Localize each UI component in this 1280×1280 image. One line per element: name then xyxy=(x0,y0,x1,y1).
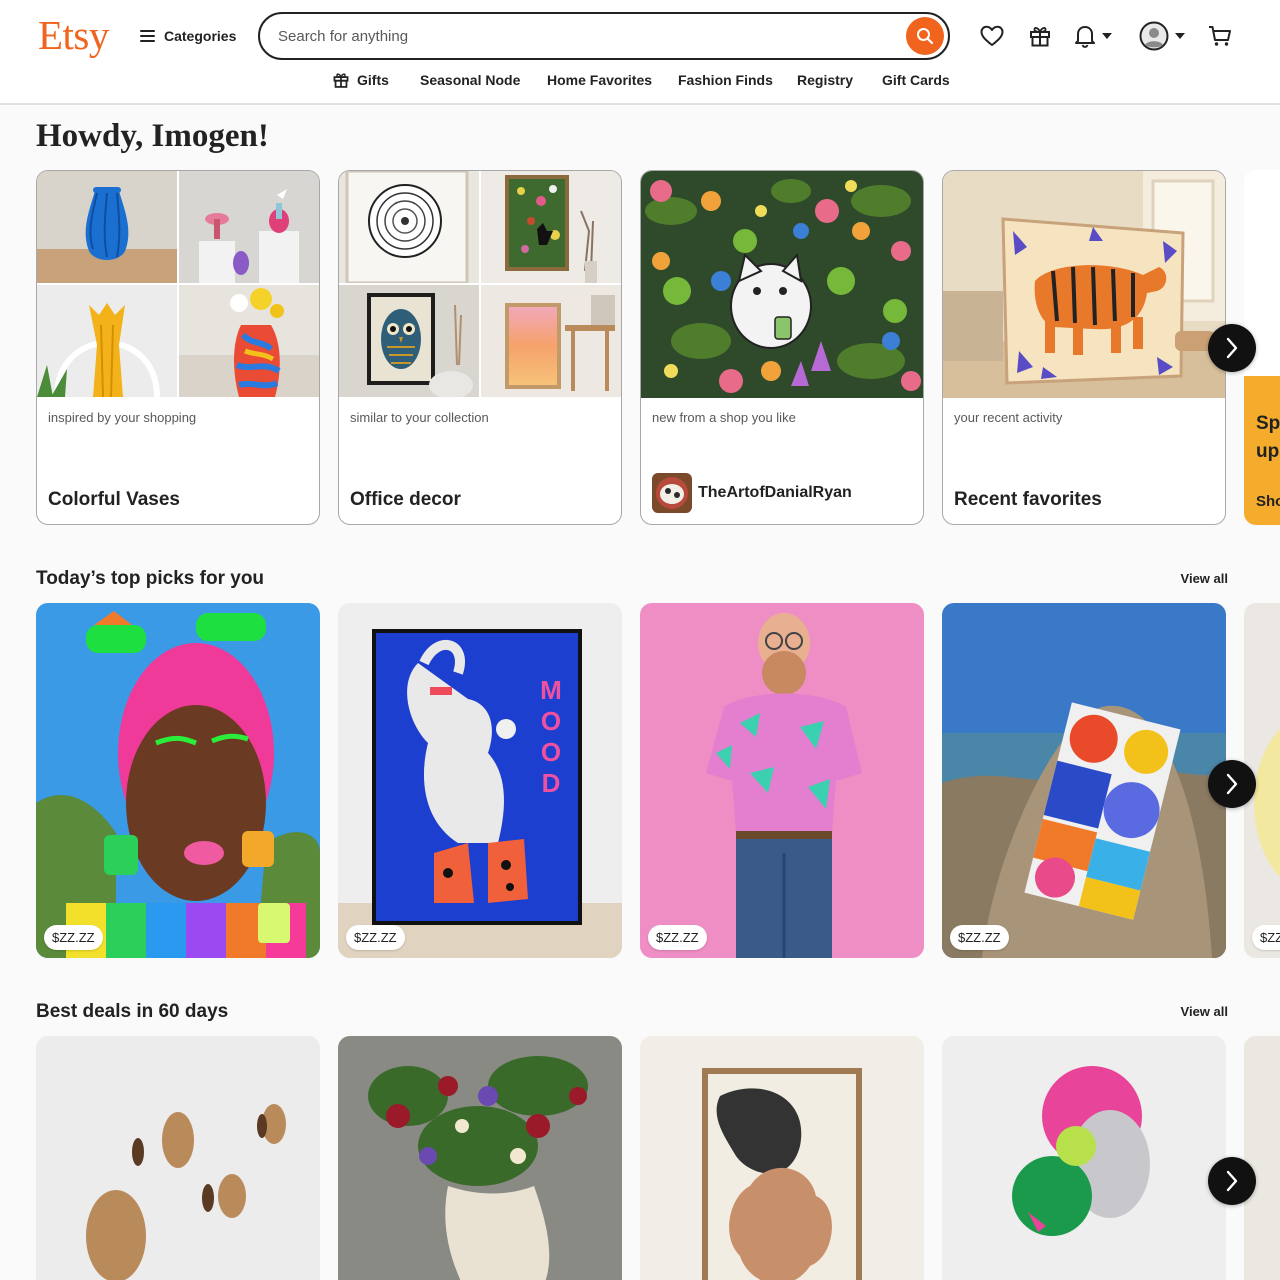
listing-tile[interactable]: $ZZ.ZZ xyxy=(36,603,320,958)
office-collage xyxy=(339,171,621,398)
promo-headline: Sp up xyxy=(1256,413,1280,462)
card-title: Recent favorites xyxy=(954,489,1102,510)
notifications-button[interactable] xyxy=(1074,22,1120,50)
card-subtitle: inspired by your shopping xyxy=(48,410,197,425)
cart-icon xyxy=(1209,26,1231,46)
listing-tile[interactable]: $ZZ.ZZ xyxy=(640,603,924,958)
cart-button[interactable] xyxy=(1206,22,1234,50)
chevron-right-icon xyxy=(1226,773,1238,795)
search-button[interactable] xyxy=(906,17,944,55)
vases-collage xyxy=(37,171,319,398)
listing-image xyxy=(942,1036,1226,1280)
card-subtitle: your recent activity xyxy=(954,410,1063,425)
poster-text: MOOD xyxy=(540,675,562,798)
avatar-icon xyxy=(1139,21,1169,51)
favorites-button[interactable] xyxy=(978,22,1006,50)
carousel-next-button[interactable] xyxy=(1208,324,1256,372)
listing-image xyxy=(36,1036,320,1280)
promo-cta[interactable]: Sho xyxy=(1256,493,1280,510)
account-button[interactable] xyxy=(1139,20,1185,52)
card-office-decor[interactable]: similar to your collection Office decor xyxy=(338,170,622,525)
site-header: Etsy Categories Search for anything Gift… xyxy=(0,0,1280,105)
nav-gift-cards[interactable]: Gift Cards xyxy=(882,72,950,88)
section-title-top-picks: Today’s top picks for you xyxy=(36,568,265,589)
card-recent-favorites[interactable]: your recent activity Recent favorites xyxy=(942,170,1226,525)
price-badge: $ZZ.ZZ xyxy=(346,925,405,950)
price-badge: $ZZ.ZZ xyxy=(950,925,1009,950)
listing-image xyxy=(338,1036,622,1280)
search-bar xyxy=(258,12,950,60)
nav-registry[interactable]: Registry xyxy=(797,72,853,88)
listing-tile[interactable] xyxy=(36,1036,320,1280)
card-subtitle: similar to your collection xyxy=(350,410,489,425)
listing-image xyxy=(640,603,924,958)
search-icon xyxy=(917,28,934,45)
etsy-logo[interactable]: Etsy xyxy=(38,11,109,59)
price-badge: $ZZ.ZZ xyxy=(44,925,103,950)
shop-info: TheArtofDanialRyan xyxy=(652,473,852,513)
price-badge: $ZZ.ZZ xyxy=(648,925,707,950)
card-subtitle: new from a shop you like xyxy=(652,410,796,425)
nav-home-favorites[interactable]: Home Favorites xyxy=(547,72,652,88)
bell-icon xyxy=(1075,26,1095,48)
chevron-right-icon xyxy=(1226,1170,1238,1192)
heart-icon xyxy=(980,25,1004,46)
listing-tile-partial[interactable] xyxy=(1244,1036,1280,1280)
gift-icon xyxy=(1030,27,1050,47)
view-all-best-deals[interactable]: View all xyxy=(1181,1004,1228,1019)
nav-seasonal[interactable]: Seasonal Node xyxy=(420,72,520,88)
card-title: Office decor xyxy=(350,489,461,510)
categories-button[interactable]: Categories xyxy=(140,22,236,50)
section-title-best-deals: Best deals in 60 days xyxy=(36,1001,229,1022)
chevron-down-icon xyxy=(1175,33,1185,39)
card-new-from-shop[interactable]: new from a shop you like TheArtofDanialR… xyxy=(640,170,924,525)
listing-tile[interactable] xyxy=(640,1036,924,1280)
view-all-top-picks[interactable]: View all xyxy=(1181,571,1228,586)
carousel-next-button[interactable] xyxy=(1208,760,1256,808)
category-nav: Gifts Seasonal Node Home Favorites Fashi… xyxy=(0,72,1280,94)
chevron-down-icon xyxy=(1102,33,1112,39)
shop-avatar xyxy=(652,473,692,513)
listing-image xyxy=(1244,1036,1280,1280)
listing-image xyxy=(338,603,622,958)
floral-cat-art xyxy=(641,171,923,398)
nav-fashion-finds[interactable]: Fashion Finds xyxy=(678,72,773,88)
listing-tile[interactable]: $ZZ.ZZ xyxy=(942,603,1226,958)
listing-image xyxy=(640,1036,924,1280)
listing-tile[interactable] xyxy=(338,1036,622,1280)
greeting: Howdy, Imogen! xyxy=(36,118,269,154)
card-title: Colorful Vases xyxy=(48,489,180,510)
listing-image xyxy=(942,603,1226,958)
listing-image xyxy=(36,603,320,958)
categories-label: Categories xyxy=(164,28,237,44)
shop-name[interactable]: TheArtofDanialRyan xyxy=(698,484,852,502)
gift-icon xyxy=(333,73,349,88)
carousel-next-button[interactable] xyxy=(1208,1157,1256,1205)
nav-gifts[interactable]: Gifts xyxy=(333,72,389,88)
price-badge: $ZZ xyxy=(1252,925,1280,950)
menu-icon xyxy=(140,30,155,42)
card-colorful-vases[interactable]: inspired by your shopping Colorful Vases xyxy=(36,170,320,525)
listing-tile[interactable] xyxy=(942,1036,1226,1280)
tiger-art-room xyxy=(943,171,1225,398)
chevron-right-icon xyxy=(1226,337,1238,359)
gift-button[interactable] xyxy=(1026,22,1054,50)
search-input[interactable] xyxy=(278,25,898,47)
listing-tile[interactable]: MOOD $ZZ.ZZ xyxy=(338,603,622,958)
